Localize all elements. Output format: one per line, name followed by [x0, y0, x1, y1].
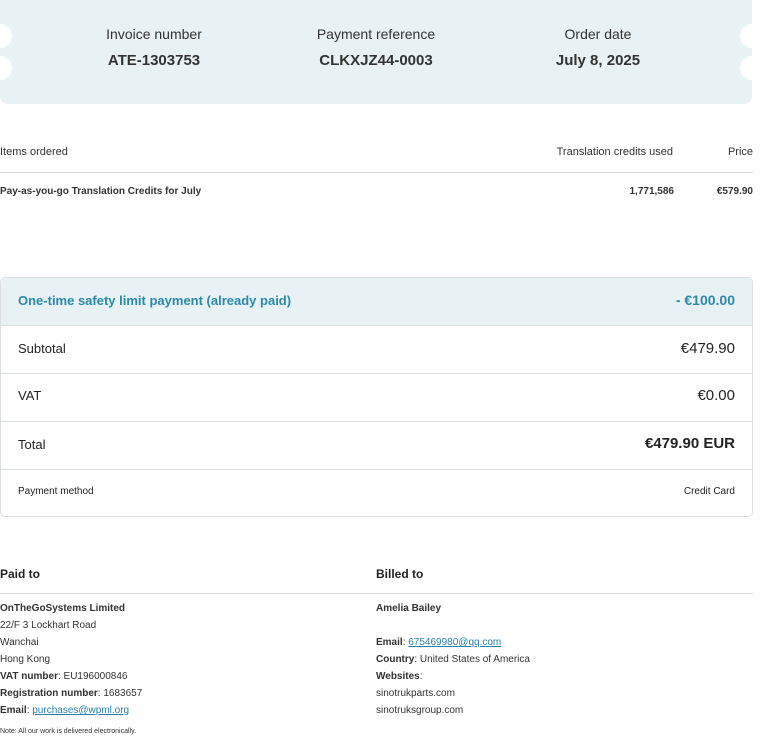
subtotal-label: Subtotal — [18, 341, 66, 356]
websites-label: Websites — [376, 671, 420, 682]
ticket-notch-left-bottom — [0, 56, 12, 80]
paid-to-title: Paid to — [0, 567, 41, 581]
billed-to-address: Amelia Bailey Email: 675469980@qq.com Co… — [376, 600, 530, 719]
billed-to-email-label: Email — [376, 637, 403, 648]
total-label: Total — [18, 437, 46, 452]
item-description: Pay-as-you-go Translation Credits for Ju… — [0, 186, 202, 197]
paid-to-registration: Registration number: 1683657 — [0, 688, 143, 699]
website-2: sinotruksgroup.com — [376, 705, 464, 716]
invoice-number-label: Invoice number — [106, 26, 202, 42]
items-header-price: Price — [727, 146, 753, 158]
items-header-item: Items ordered — [0, 146, 68, 158]
paid-to-vat: VAT number: EU196000846 — [0, 671, 128, 682]
paid-to-address-line-3: Hong Kong — [0, 654, 51, 665]
billed-to-websites: Websites: — [376, 671, 423, 682]
safety-limit-value: - €100.00 — [675, 292, 735, 308]
items-header-credits: Translation credits used — [556, 146, 673, 158]
billed-to-email-link[interactable]: 675469980@qq.com — [408, 637, 501, 648]
ticket-notch-right-bottom — [740, 56, 764, 80]
paid-to-email-link[interactable]: purchases@wpml.org — [32, 705, 129, 716]
address-divider — [0, 593, 753, 594]
paid-to-address-line-1: 22/F 3 Lockhart Road — [0, 620, 97, 631]
order-date-value: July 8, 2025 — [555, 52, 641, 69]
ticket-notch-right-top — [740, 24, 764, 48]
billed-to-title: Billed to — [376, 567, 424, 581]
invoice-header: Invoice number ATE-1303753 Payment refer… — [0, 0, 764, 104]
item-price: €579.90 — [716, 186, 753, 197]
payment-summary: One-time safety limit payment (already p… — [0, 277, 753, 517]
paid-to-email-label: Email — [0, 705, 27, 716]
payment-method-value: Credit Card — [683, 486, 735, 497]
invoice-number-value: ATE-1303753 — [107, 52, 201, 69]
total-value: €479.90 EUR — [644, 435, 735, 452]
total-row: Total €479.90 EUR — [1, 422, 752, 470]
ticket-notch-left-top — [0, 24, 12, 48]
subtotal-value: €479.90 — [680, 340, 735, 357]
paid-to-email: Email: purchases@wpml.org — [0, 705, 130, 716]
paid-to-address-line-2: Wanchai — [0, 637, 39, 648]
payment-method-label: Payment method — [18, 486, 94, 497]
order-date-label: Order date — [564, 26, 632, 42]
subtotal-row: Subtotal €479.90 — [1, 326, 752, 374]
vat-row: VAT €0.00 — [1, 374, 752, 422]
safety-limit-label: One-time safety limit payment (already p… — [18, 293, 292, 308]
item-credits: 1,771,586 — [629, 186, 675, 197]
vat-value: €0.00 — [697, 387, 735, 404]
items-divider — [0, 172, 753, 173]
delivery-note: Note: All our work is delivered electron… — [0, 728, 137, 735]
country-label: Country — [376, 654, 415, 665]
paid-to-company: OnTheGoSystems Limited — [0, 603, 126, 614]
payment-reference-value: CLKXJZ44-0003 — [319, 52, 433, 69]
payment-reference-label: Payment reference — [316, 26, 436, 42]
vat-label: VAT — [18, 388, 42, 403]
registration-number-value: 1683657 — [103, 688, 143, 699]
paid-to-address: OnTheGoSystems Limited 22/F 3 Lockhart R… — [0, 600, 142, 719]
vat-number-label: VAT number — [0, 671, 58, 682]
country-value: United States of America — [419, 654, 530, 665]
safety-limit-row: One-time safety limit payment (already p… — [1, 278, 752, 326]
billed-to-email: Email: 675469980@qq.com — [376, 637, 502, 648]
payment-method-row: Payment method Credit Card — [1, 470, 752, 516]
registration-number-label: Registration number — [0, 688, 98, 699]
website-1: sinotrukparts.com — [376, 688, 455, 699]
billed-to-country: Country: United States of America — [376, 654, 530, 665]
billed-to-spacer — [376, 617, 530, 634]
vat-number-value: EU196000846 — [63, 671, 128, 682]
billed-to-name: Amelia Bailey — [376, 603, 442, 614]
